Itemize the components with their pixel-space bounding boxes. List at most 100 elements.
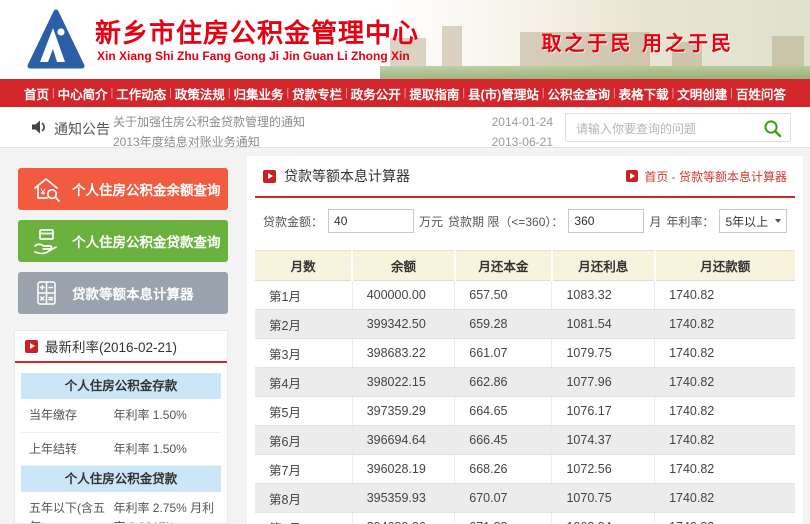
loan-amount-input[interactable] <box>328 209 414 233</box>
nav-separator: | <box>671 87 674 99</box>
table-cell: 1740.82 <box>655 281 795 310</box>
speaker-icon <box>30 118 48 136</box>
calculator-icon <box>31 278 61 308</box>
breadcrumb-bullet-icon <box>626 170 638 182</box>
rates-row-value: 年利率 2.75% 月利率 2.2917‰ <box>109 492 221 524</box>
table-cell: 第5月 <box>255 397 352 426</box>
table-cell: 400000.00 <box>352 281 455 310</box>
table-cell: 668.26 <box>455 455 552 484</box>
table-cell: 398683.22 <box>352 339 455 368</box>
breadcrumb[interactable]: 首页 - 贷款等额本息计算器 <box>626 168 787 185</box>
nav-item-3[interactable]: 政策法规 <box>175 84 225 103</box>
table-cell: 662.86 <box>455 368 552 397</box>
table-cell: 第4月 <box>255 368 352 397</box>
table-cell: 396028.19 <box>352 455 455 484</box>
rates-row: 五年以下(含五年)年利率 2.75% 月利率 2.2917‰ <box>21 492 221 524</box>
table-header-cell: 余额 <box>352 251 455 281</box>
nav-item-7[interactable]: 提取指南 <box>409 84 459 103</box>
loan-term-input[interactable] <box>568 209 644 233</box>
nav-item-8[interactable]: 县(市)管理站 <box>468 84 539 103</box>
table-cell: 1740.82 <box>655 368 795 397</box>
table-cell: 398022.15 <box>352 368 455 397</box>
main-panel: 贷款等额本息计算器 首页 - 贷款等额本息计算器 贷款金额： 万元 贷款期 限（… <box>247 156 803 524</box>
table-header-cell: 月还利息 <box>552 251 655 281</box>
table-cell: 399342.50 <box>352 310 455 339</box>
balance-query-icon: ¥ <box>31 174 61 204</box>
table-row: 第3月398683.22661.071079.751740.82 <box>255 339 795 368</box>
table-cell: 1074.37 <box>552 426 655 455</box>
svg-text:¥: ¥ <box>40 187 47 197</box>
notice-item-title[interactable]: 关于加强住房公积金贷款管理的通知 <box>113 112 305 132</box>
table-row: 第1月400000.00657.501083.321740.82 <box>255 281 795 310</box>
nav-item-10[interactable]: 表格下载 <box>619 84 669 103</box>
notice-item[interactable]: 2013年度结息对账业务通知2013-06-21 <box>113 132 553 148</box>
table-cell: 1740.82 <box>655 397 795 426</box>
sidebar-button-balance-query[interactable]: ¥ 个人住房公积金余额查询 <box>18 168 228 210</box>
loan-query-icon <box>31 226 61 256</box>
breadcrumb-text[interactable]: 首页 - 贷款等额本息计算器 <box>644 168 787 185</box>
section-bullet-icon <box>25 340 38 353</box>
rate-select[interactable]: 5年以上 <box>719 209 787 233</box>
table-row: 第7月396028.19668.261072.561740.82 <box>255 455 795 484</box>
table-cell: 395359.93 <box>352 484 455 513</box>
table-cell: 1740.82 <box>655 339 795 368</box>
table-cell: 670.07 <box>455 484 552 513</box>
site-title: 新乡市住房公积金管理中心 <box>95 13 419 50</box>
nav-separator: | <box>345 87 348 99</box>
rates-title: 最新利率(2016-02-21) <box>45 336 177 356</box>
nav-item-12[interactable]: 百姓问答 <box>736 84 786 103</box>
rates-title-row: 最新利率(2016-02-21) <box>15 331 227 363</box>
table-cell: 661.07 <box>455 339 552 368</box>
nav-item-11[interactable]: 文明创建 <box>677 84 727 103</box>
site-title-pinyin: Xin Xiang Shi Zhu Fang Gong Ji Jin Guan … <box>97 49 410 63</box>
notice-item-title[interactable]: 2013年度结息对账业务通知 <box>113 132 260 148</box>
table-cell: 1068.94 <box>552 513 655 524</box>
rates-row-label: 当年缴存 <box>21 399 109 432</box>
table-row: 第5月397359.29664.651076.171740.82 <box>255 397 795 426</box>
table-cell: 1081.54 <box>552 310 655 339</box>
site-logo-icon <box>27 8 85 70</box>
notice-item[interactable]: 关于加强住房公积金贷款管理的通知2014-01-24 <box>113 112 553 132</box>
header-slogan: 取之于民 用之于民 <box>541 27 734 56</box>
nav-item-0[interactable]: 首页 <box>24 84 49 103</box>
table-row: 第8月395359.93670.071070.751740.82 <box>255 484 795 513</box>
nav-separator: | <box>404 87 407 99</box>
table-header-row: 月数余额月还本金月还利息月还款额 <box>255 251 795 281</box>
table-cell: 657.50 <box>455 281 552 310</box>
notice-list: 关于加强住房公积金贷款管理的通知2014-01-242013年度结息对账业务通知… <box>113 112 553 148</box>
table-cell: 第9月 <box>255 513 352 524</box>
table-cell: 664.65 <box>455 397 552 426</box>
rates-section-header: 个人住房公积金存款 <box>21 373 221 399</box>
loan-amount-unit: 万元 <box>419 213 443 230</box>
table-cell: 396694.64 <box>352 426 455 455</box>
page: 取之于民 用之于民 新乡市住房公积金管理中心 Xin Xiang Shi Zhu… <box>0 0 810 524</box>
search-icon[interactable] <box>763 119 782 138</box>
loan-form: 贷款金额： 万元 贷款期 限（<=360）： 月 年利率： 5年以上 计算 <box>255 198 795 244</box>
table-cell: 1740.82 <box>655 426 795 455</box>
nav-item-6[interactable]: 政务公开 <box>351 84 401 103</box>
rate-label: 年利率： <box>666 213 714 230</box>
nav-separator: | <box>730 87 733 99</box>
table-cell: 第8月 <box>255 484 352 513</box>
nav-item-5[interactable]: 贷款专栏 <box>292 84 342 103</box>
nav-item-4[interactable]: 归集业务 <box>234 84 284 103</box>
nav-separator: | <box>169 87 172 99</box>
nav-item-2[interactable]: 工作动态 <box>116 84 166 103</box>
search-input[interactable] <box>574 115 758 142</box>
sidebar-button-loan-query[interactable]: 个人住房公积金贷款查询 <box>18 220 228 262</box>
nav-item-9[interactable]: 公积金查询 <box>547 84 610 103</box>
rates-row-value: 年利率 1.50% <box>109 399 221 432</box>
sidebar-button-calculator[interactable]: 贷款等额本息计算器 <box>18 272 228 314</box>
loan-term-unit: 月 <box>649 213 661 230</box>
table-cell: 1740.82 <box>655 310 795 339</box>
table-cell: 第1月 <box>255 281 352 310</box>
table-cell: 1076.17 <box>552 397 655 426</box>
table-row: 第9月394689.86671.881068.941740.82 <box>255 513 795 524</box>
nav-item-1[interactable]: 中心简介 <box>58 84 108 103</box>
notice-label: 通知公告 <box>54 119 110 139</box>
loan-term-label: 贷款期 限（<=360）： <box>448 213 563 230</box>
table-cell: 671.88 <box>455 513 552 524</box>
table-cell: 1740.82 <box>655 513 795 524</box>
rates-row: 上年结转年利率 1.50% <box>21 433 221 467</box>
nav-separator: | <box>542 87 545 99</box>
